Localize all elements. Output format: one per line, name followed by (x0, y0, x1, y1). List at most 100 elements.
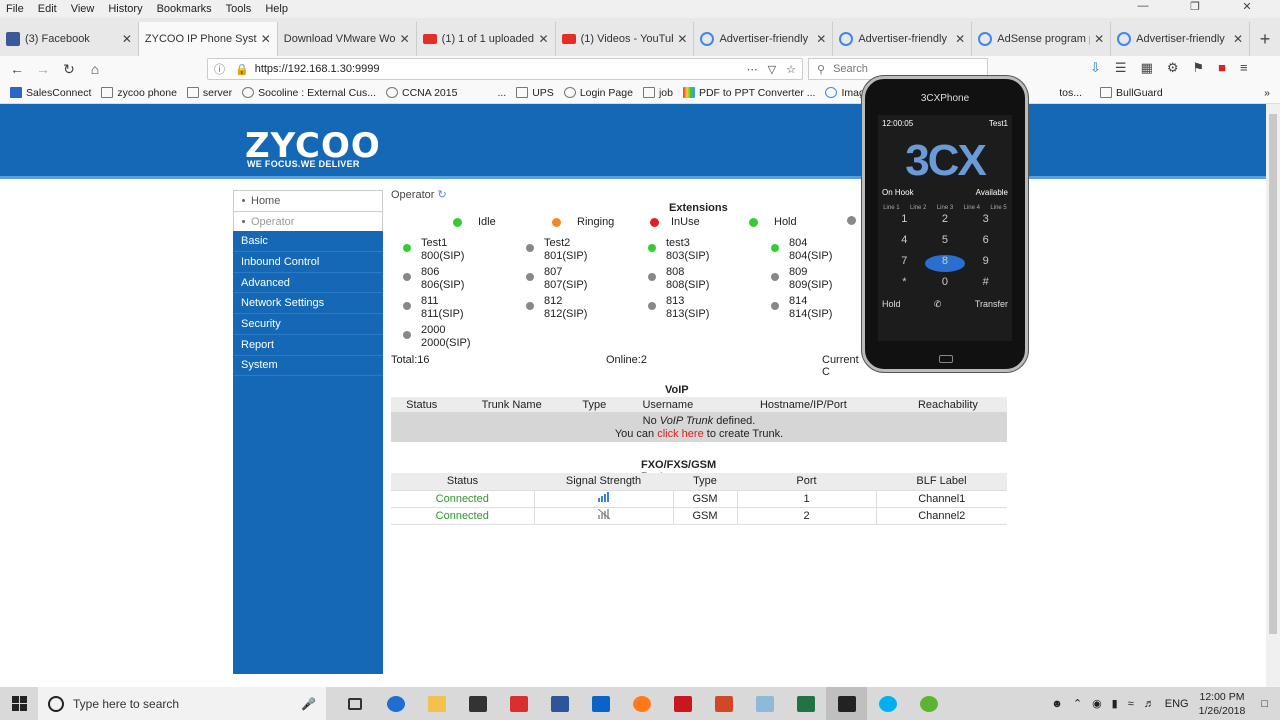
tab-close-icon[interactable]: ✕ (816, 32, 826, 46)
menu-tools[interactable]: Tools (226, 3, 252, 15)
tab-advertiser-1[interactable]: Advertiser-friendly ✕ (694, 22, 834, 56)
gift-icon[interactable] (498, 687, 539, 720)
microphone-icon[interactable]: 🎤 (301, 697, 316, 711)
firefox-icon[interactable] (621, 687, 662, 720)
addon-icon[interactable]: ■ (1218, 60, 1226, 76)
app-red-icon[interactable] (662, 687, 703, 720)
network-icon[interactable]: ◉ (1092, 697, 1102, 710)
extension-item[interactable]: 813 813(SIP) (648, 295, 709, 321)
dial-key[interactable]: 6 (965, 234, 1006, 251)
dial-key[interactable]: 5 (925, 234, 966, 251)
extension-item[interactable]: 808 808(SIP) (648, 266, 709, 292)
bookmark-salesconnect[interactable]: SalesConnect (10, 87, 91, 99)
people-icon[interactable]: ☻ (1051, 698, 1063, 710)
sidebar-item-report[interactable]: Report (233, 335, 383, 356)
home-icon[interactable]: ⌂ (82, 61, 108, 77)
restore-icon[interactable]: ❐ (1176, 0, 1214, 13)
battery-icon[interactable]: ▮ (1112, 697, 1118, 710)
tab-facebook[interactable]: (3) Facebook ✕ (0, 22, 139, 56)
call-icon[interactable]: ✆ (934, 299, 942, 310)
taskbar-search-input[interactable]: Type here to search 🎤 (38, 687, 326, 720)
wifi-icon[interactable]: ≈ (1128, 698, 1134, 710)
flag-icon[interactable]: ⚑ (1193, 60, 1205, 76)
library-icon[interactable]: ☰ (1115, 60, 1127, 76)
close-window-icon[interactable]: ✕ (1228, 0, 1266, 13)
create-trunk-link[interactable]: click here (657, 428, 703, 440)
tab-close-icon[interactable]: ✕ (400, 32, 410, 46)
extension-item[interactable]: test3 803(SIP) (648, 237, 709, 263)
tab-close-icon[interactable]: ✕ (677, 32, 687, 46)
extension-item[interactable]: 809 809(SIP) (771, 266, 832, 292)
green-app-icon[interactable] (908, 687, 949, 720)
page-scrollbar[interactable] (1266, 104, 1280, 687)
sidebar-item-operator[interactable]: Operator (233, 210, 383, 232)
taskbar-clock[interactable]: 12:00 PM 1/26/2018 (1199, 690, 1246, 718)
extension-item[interactable]: 804 804(SIP) (771, 237, 832, 263)
powerpoint-icon[interactable] (703, 687, 744, 720)
transfer-button[interactable]: Transfer (975, 299, 1008, 310)
skype-icon[interactable] (867, 687, 908, 720)
dial-key[interactable]: 0 (925, 276, 966, 293)
new-tab-icon[interactable]: + (1250, 22, 1280, 56)
excel-icon[interactable] (785, 687, 826, 720)
hamburger-menu-icon[interactable]: ≡ (1240, 60, 1248, 76)
bookmarks-overflow-icon[interactable]: » (1264, 87, 1270, 99)
sidebar-item-system[interactable]: System (233, 356, 383, 377)
bookmark-ccna[interactable]: CCNA 2015 (386, 87, 457, 99)
menu-bookmarks[interactable]: Bookmarks (157, 3, 212, 15)
line-button[interactable]: Line 5 (990, 205, 1006, 211)
line-button[interactable]: Line 4 (964, 205, 980, 211)
windows-start-icon[interactable] (12, 696, 27, 711)
tab-advertiser-2[interactable]: Advertiser-friendly ✕ (833, 22, 973, 56)
tab-close-icon[interactable]: ✕ (261, 32, 271, 46)
sidebar-item-network-settings[interactable]: Network Settings (233, 293, 383, 315)
bookmark-server[interactable]: server (186, 87, 232, 99)
sidebar-item-security[interactable]: Security (233, 314, 383, 335)
extension-item[interactable]: 2000 2000(SIP) (403, 324, 471, 350)
tab-youtube-videos[interactable]: (1) Videos - YouTub ✕ (556, 22, 695, 56)
url-bar[interactable]: ⓘ 🔒 https://192.168.1.30:9999 ⋯ ▽ ☆ (207, 58, 803, 80)
dial-key[interactable]: 7 (884, 255, 925, 272)
menu-help[interactable]: Help (265, 3, 288, 15)
extension-item[interactable]: 807 807(SIP) (526, 266, 587, 292)
back-icon[interactable]: ← (4, 61, 30, 77)
task-view-icon[interactable] (334, 687, 375, 720)
availability-status[interactable]: Available (976, 188, 1008, 197)
extension-item[interactable]: 814 814(SIP) (771, 295, 832, 321)
bookmark-job[interactable]: job (642, 87, 673, 99)
extension-item[interactable]: 806 806(SIP) (403, 266, 464, 292)
dial-key[interactable]: 9 (965, 255, 1006, 272)
minimize-icon[interactable]: — (1124, 0, 1162, 13)
dial-key[interactable]: * (884, 276, 925, 293)
menu-history[interactable]: History (108, 3, 142, 15)
3cx-taskbar-icon[interactable] (826, 687, 867, 720)
outlook-icon[interactable] (580, 687, 621, 720)
extension-icon[interactable]: ⚙ (1167, 60, 1179, 76)
line-button[interactable]: Line 3 (937, 205, 953, 211)
tab-close-icon[interactable]: ✕ (1233, 32, 1243, 46)
tab-close-icon[interactable]: ✕ (539, 32, 549, 46)
app-blue-icon[interactable] (744, 687, 785, 720)
extension-item[interactable]: Test2 801(SIP) (526, 237, 587, 263)
extension-item[interactable]: 811 811(SIP) (403, 295, 464, 321)
pocket-icon[interactable]: ▽ (768, 63, 776, 76)
edge-icon[interactable] (375, 687, 416, 720)
menu-view[interactable]: View (71, 3, 95, 15)
hold-button[interactable]: Hold (882, 299, 901, 310)
bookmark-zycoo-phone[interactable]: zycoo phone (101, 87, 177, 99)
bookmark-socoline[interactable]: Socoline : External Cus... (242, 87, 376, 99)
language-indicator[interactable]: ENG (1165, 698, 1189, 710)
dial-key[interactable]: 3 (965, 213, 1006, 230)
tab-close-icon[interactable]: ✕ (955, 32, 965, 46)
dial-key[interactable]: 4 (884, 234, 925, 251)
extension-item[interactable]: Test1 800(SIP) (403, 237, 464, 263)
volume-icon[interactable]: ♬ (1144, 698, 1155, 710)
notification-icon[interactable]: □ (1261, 698, 1268, 710)
page-actions-icon[interactable]: ⋯ (747, 63, 758, 76)
tab-advertiser-3[interactable]: Advertiser-friendly ✕ (1111, 22, 1251, 56)
store-icon[interactable] (457, 687, 498, 720)
tab-adsense[interactable]: AdSense program p ✕ (972, 22, 1112, 56)
phone-home-button[interactable] (939, 355, 953, 363)
forward-icon[interactable]: → (30, 61, 56, 77)
download-icon[interactable]: ⇩ (1090, 60, 1101, 76)
